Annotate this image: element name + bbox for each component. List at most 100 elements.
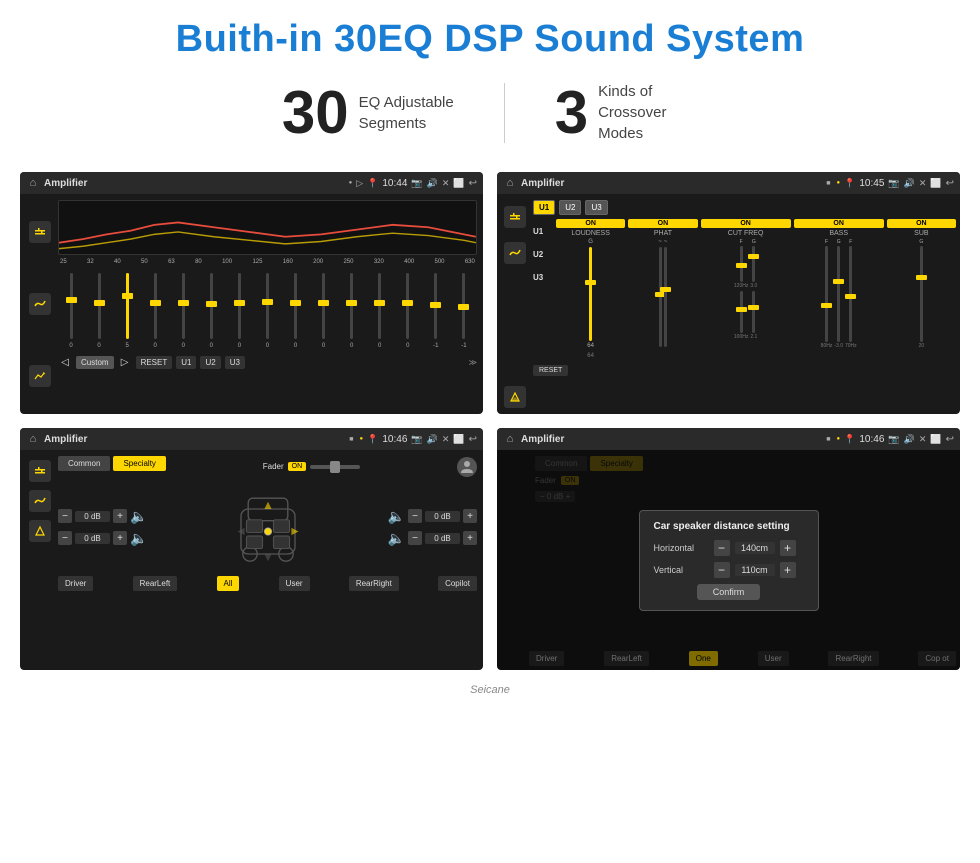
bal-sidebar-btn-2[interactable] bbox=[29, 490, 51, 512]
eq-u3-btn[interactable]: U3 bbox=[225, 356, 245, 369]
x-icon-4[interactable]: ✕ bbox=[919, 434, 927, 445]
bal-rr-plus[interactable]: + bbox=[463, 531, 477, 545]
bal-rr-minus[interactable]: − bbox=[408, 531, 422, 545]
cx-u3-btn[interactable]: U3 bbox=[585, 200, 607, 215]
eq-sidebar-btn-1[interactable] bbox=[29, 221, 51, 243]
back-icon-1[interactable]: ↩ bbox=[469, 178, 477, 189]
cx-bass-on[interactable]: ON bbox=[794, 219, 884, 228]
eq-slider-1[interactable]: 0 bbox=[58, 269, 84, 349]
eq-sliders: 0 0 5 0 0 0 0 0 0 0 0 0 0 -1 -1 bbox=[58, 269, 477, 349]
eq-slider-8[interactable]: 0 bbox=[254, 269, 280, 349]
eq-slider-12[interactable]: 0 bbox=[367, 269, 393, 349]
home-icon-4[interactable] bbox=[503, 432, 517, 446]
cx-sidebar-btn-3[interactable] bbox=[504, 386, 526, 408]
bal-fader-toggle[interactable]: ON bbox=[288, 462, 307, 471]
eq-slider-3[interactable]: 5 bbox=[114, 269, 140, 349]
bal-rl-minus[interactable]: − bbox=[58, 531, 72, 545]
eq-next-btn[interactable]: ▷ bbox=[118, 355, 132, 369]
eq-slider-13[interactable]: 0 bbox=[395, 269, 421, 349]
expand-icon[interactable]: ≫ bbox=[469, 358, 477, 367]
bal-fader-track[interactable] bbox=[310, 465, 360, 469]
cx-u2-btn[interactable]: U2 bbox=[559, 200, 581, 215]
stat-number-eq: 30 bbox=[282, 83, 349, 143]
cx-phat-s2[interactable]: ~ bbox=[664, 239, 668, 349]
cam-icon-4: 📷 bbox=[888, 434, 899, 445]
cx-main: U1 U2 U3 U1 U2 U3 ON LOUDNESS bbox=[533, 200, 956, 408]
cx-cutfreq-label: CUT FREQ bbox=[728, 230, 764, 237]
back-icon-3[interactable]: ↩ bbox=[469, 434, 477, 445]
eq-slider-14[interactable]: -1 bbox=[423, 269, 449, 349]
dialog-vertical-minus[interactable]: − bbox=[714, 562, 730, 578]
x-icon-3[interactable]: ✕ bbox=[442, 434, 450, 445]
cx-reset-btn[interactable]: RESET bbox=[533, 365, 568, 376]
eq-slider-11[interactable]: 0 bbox=[339, 269, 365, 349]
eq-sidebar-btn-2[interactable] bbox=[29, 293, 51, 315]
stat-label-crossover: Kinds ofCrossover Modes bbox=[598, 81, 698, 144]
eq-u1-btn[interactable]: U1 bbox=[176, 356, 196, 369]
cx-u1-btn[interactable]: U1 bbox=[533, 200, 555, 215]
bal-sidebar-btn-3[interactable] bbox=[29, 520, 51, 542]
cx-cutfreq-top[interactable]: F 120Hz G 3.0 bbox=[734, 239, 757, 289]
dialog-horizontal-minus[interactable]: − bbox=[714, 540, 730, 556]
cx-sidebar-btn-2[interactable] bbox=[504, 242, 526, 264]
cx-preset-row: U1 U2 U3 bbox=[533, 200, 956, 215]
cx-cutfreq-on[interactable]: ON bbox=[701, 219, 791, 228]
sq-icon-2: ⬜ bbox=[930, 178, 941, 189]
eq-slider-5[interactable]: 0 bbox=[170, 269, 196, 349]
eq-slider-2[interactable]: 0 bbox=[86, 269, 112, 349]
bal-fl-minus[interactable]: − bbox=[58, 509, 72, 523]
x-icon-2[interactable]: ✕ bbox=[919, 178, 927, 189]
bal-fr-minus[interactable]: − bbox=[408, 509, 422, 523]
home-icon-2[interactable] bbox=[503, 176, 517, 190]
eq-u2-btn[interactable]: U2 bbox=[200, 356, 220, 369]
bal-fl-plus[interactable]: + bbox=[113, 509, 127, 523]
dialog-vertical-plus[interactable]: + bbox=[780, 562, 796, 578]
eq-reset-btn[interactable]: RESET bbox=[136, 356, 173, 369]
cx-phat-label: PHAT bbox=[654, 230, 672, 237]
bal-ch-rl: − 0 dB + bbox=[58, 530, 147, 547]
bal-rearright-btn[interactable]: RearRight bbox=[349, 576, 399, 591]
bal-all-btn[interactable]: All bbox=[217, 576, 240, 591]
dialog-horizontal-plus[interactable]: + bbox=[780, 540, 796, 556]
eq-prev-btn[interactable]: ◁ bbox=[58, 355, 72, 369]
cx-loudness-on[interactable]: ON bbox=[556, 219, 625, 228]
home-icon[interactable] bbox=[26, 176, 40, 190]
eq-custom-btn[interactable]: Custom bbox=[76, 356, 114, 369]
eq-slider-6[interactable]: 0 bbox=[198, 269, 224, 349]
eq-sidebar-btn-3[interactable] bbox=[29, 365, 51, 387]
cx-sub-on[interactable]: ON bbox=[887, 219, 956, 228]
eq-slider-15[interactable]: -1 bbox=[451, 269, 477, 349]
dialog-confirm-btn[interactable]: Confirm bbox=[697, 584, 761, 600]
bal-copilot-btn[interactable]: Copilot bbox=[438, 576, 477, 591]
play-icon-1[interactable] bbox=[356, 178, 363, 189]
eq-slider-9[interactable]: 0 bbox=[283, 269, 309, 349]
bal-rearleft-btn[interactable]: RearLeft bbox=[133, 576, 178, 591]
back-icon-4[interactable]: ↩ bbox=[946, 434, 954, 445]
cx-phat-on[interactable]: ON bbox=[628, 219, 697, 228]
home-icon-3[interactable] bbox=[26, 432, 40, 446]
bal-fr-val: 0 dB bbox=[425, 511, 460, 522]
eq-slider-4[interactable]: 0 bbox=[142, 269, 168, 349]
cx-loudness-s1[interactable]: G 64 bbox=[587, 239, 594, 349]
bal-tab-specialty[interactable]: Specialty bbox=[113, 456, 165, 471]
cx-sidebar-btn-1[interactable] bbox=[504, 206, 526, 228]
cx-cutfreq-bottom[interactable]: 100Hz 2.1 bbox=[734, 290, 757, 340]
vol-icon-2: 🔊 bbox=[904, 178, 915, 189]
cx-phat-sliders: ~ ~ bbox=[658, 239, 667, 349]
bal-tab-common[interactable]: Common bbox=[58, 456, 110, 471]
x-icon-1[interactable]: ✕ bbox=[442, 178, 450, 189]
eq-slider-7[interactable]: 0 bbox=[226, 269, 252, 349]
cx-phat-s1[interactable]: ~ bbox=[658, 239, 662, 349]
bal-fr-plus[interactable]: + bbox=[463, 509, 477, 523]
eq-slider-10[interactable]: 0 bbox=[311, 269, 337, 349]
bal-sidebar-btn-1[interactable] bbox=[29, 460, 51, 482]
bal-rl-plus[interactable]: + bbox=[113, 531, 127, 545]
screen1-title: Amplifier bbox=[44, 178, 345, 189]
cam-icon-3: 📷 bbox=[411, 434, 422, 445]
bal-user-btn[interactable]: User bbox=[279, 576, 310, 591]
back-icon-2[interactable]: ↩ bbox=[946, 178, 954, 189]
bal-driver-btn[interactable]: Driver bbox=[58, 576, 93, 591]
screen-balance: Amplifier ■ ● 📍 10:46 📷 🔊 ✕ ⬜ ↩ bbox=[20, 428, 483, 670]
screen4-time: 10:46 bbox=[859, 434, 884, 445]
profile-icon[interactable] bbox=[457, 457, 477, 477]
